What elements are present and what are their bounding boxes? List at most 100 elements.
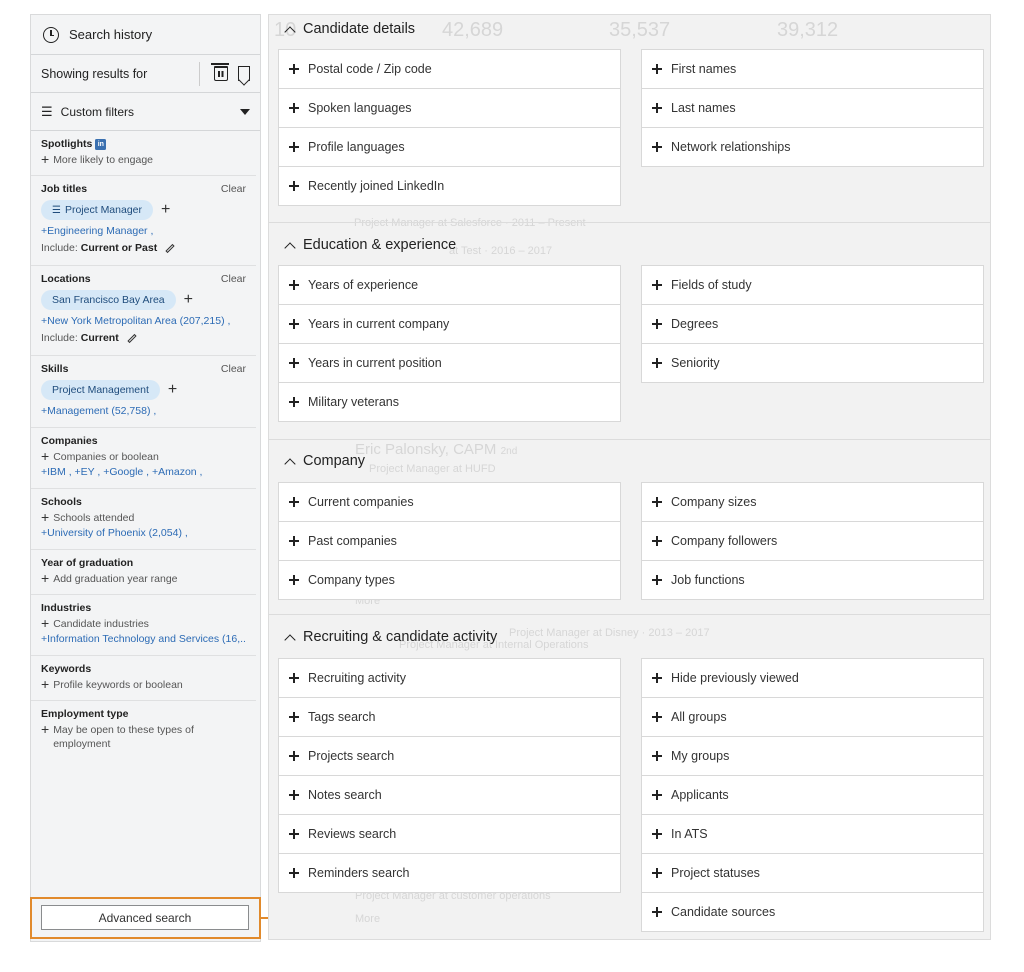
plus-icon bbox=[652, 575, 662, 585]
filter-label: Recruiting activity bbox=[308, 671, 406, 685]
filter-option[interactable]: Recently joined LinkedIn bbox=[278, 166, 621, 206]
group-header[interactable]: Recruiting & candidate activity bbox=[269, 623, 990, 651]
filter-option[interactable]: Network relationships bbox=[641, 127, 984, 167]
companies-add-label: Companies or boolean bbox=[53, 451, 159, 463]
employment-add[interactable]: + May be open to these types of employmen… bbox=[41, 721, 246, 751]
plus-icon: + bbox=[41, 615, 50, 631]
advanced-search-button[interactable]: Advanced search bbox=[41, 905, 249, 930]
skill-suggestion[interactable]: +Management (52,758) , bbox=[41, 403, 246, 419]
employment-add-label: May be open to these types of employment bbox=[53, 724, 194, 750]
companies-add[interactable]: + Companies or boolean bbox=[41, 449, 246, 464]
filter-option[interactable]: Degrees bbox=[641, 304, 984, 344]
filter-option[interactable]: Past companies bbox=[278, 521, 621, 561]
industries-suggestion[interactable]: +Information Technology and Services (16… bbox=[41, 631, 246, 647]
include-value: Current or Past bbox=[80, 242, 158, 254]
filter-option[interactable]: Military veterans bbox=[278, 382, 621, 422]
filter-option[interactable]: All groups bbox=[641, 697, 984, 737]
custom-filters-dropdown[interactable]: ☰ Custom filters bbox=[31, 93, 260, 131]
filter-label: Recently joined LinkedIn bbox=[308, 179, 445, 193]
chevron-up-icon bbox=[284, 633, 296, 646]
search-history-button[interactable]: Search history bbox=[31, 15, 260, 55]
include-label: Include: bbox=[41, 332, 78, 344]
graduation-add-label: Add graduation year range bbox=[53, 573, 178, 585]
filter-label: Seniority bbox=[671, 356, 720, 370]
filter-option[interactable]: Last names bbox=[641, 88, 984, 128]
spotlights-add[interactable]: + More likely to engage bbox=[41, 152, 246, 167]
group-header[interactable]: Company bbox=[269, 447, 990, 475]
schools-add[interactable]: + Schools attended bbox=[41, 510, 246, 525]
skills-clear[interactable]: Clear bbox=[221, 363, 246, 375]
clock-icon bbox=[43, 26, 59, 43]
plus-icon bbox=[652, 751, 662, 761]
filter-option[interactable]: In ATS bbox=[641, 814, 984, 854]
plus-icon bbox=[289, 829, 299, 839]
pencil-icon[interactable] bbox=[127, 333, 137, 343]
filter-option[interactable]: Project statuses bbox=[641, 853, 984, 893]
industries-add[interactable]: + Candidate industries bbox=[41, 615, 246, 631]
keywords-add[interactable]: + Profile keywords or boolean bbox=[41, 677, 246, 692]
filter-option[interactable]: Notes search bbox=[278, 775, 621, 815]
employment-title: Employment type bbox=[41, 708, 129, 720]
filter-option[interactable]: Tags search bbox=[278, 697, 621, 737]
filter-option[interactable]: Job functions bbox=[641, 560, 984, 600]
filter-option[interactable]: Applicants bbox=[641, 775, 984, 815]
filter-option[interactable]: Reviews search bbox=[278, 814, 621, 854]
filter-option[interactable]: Years in current company bbox=[278, 304, 621, 344]
showing-results-row: Showing results for bbox=[31, 55, 260, 93]
graduation-add[interactable]: + Add graduation year range bbox=[41, 571, 246, 586]
group-title: Company bbox=[303, 453, 366, 469]
add-skill-icon[interactable]: + bbox=[168, 382, 177, 398]
filter-option[interactable]: Postal code / Zip code bbox=[278, 49, 621, 89]
trash-icon[interactable] bbox=[211, 63, 229, 81]
locations-clear[interactable]: Clear bbox=[221, 273, 246, 285]
add-location-icon[interactable]: + bbox=[184, 292, 193, 308]
pencil-icon[interactable] bbox=[165, 243, 175, 253]
location-include: Include: Current bbox=[41, 329, 246, 347]
filter-label: Company followers bbox=[671, 534, 778, 548]
filter-option[interactable]: Candidate sources bbox=[641, 892, 984, 932]
skill-pill[interactable]: Project Management bbox=[41, 380, 160, 400]
plus-icon bbox=[652, 790, 662, 800]
filter-option[interactable]: Current companies bbox=[278, 482, 621, 522]
plus-icon bbox=[652, 280, 662, 290]
filter-option[interactable]: Company sizes bbox=[641, 482, 984, 522]
job-title-suggestion[interactable]: +Engineering Manager , bbox=[41, 223, 246, 239]
filter-option[interactable]: Years in current position bbox=[278, 343, 621, 383]
filter-option[interactable]: Profile languages bbox=[278, 127, 621, 167]
filter-option[interactable]: Spoken languages bbox=[278, 88, 621, 128]
filter-label: Candidate sources bbox=[671, 905, 776, 919]
filter-option[interactable]: Reminders search bbox=[278, 853, 621, 893]
location-suggestion[interactable]: +New York Metropolitan Area (207,215) , bbox=[41, 313, 246, 329]
filter-option[interactable]: Recruiting activity bbox=[278, 658, 621, 698]
locations-section: Locations Clear San Francisco Bay Area + … bbox=[31, 266, 256, 356]
filter-option[interactable]: My groups bbox=[641, 736, 984, 776]
companies-title: Companies bbox=[41, 435, 98, 447]
filter-option[interactable]: Company followers bbox=[641, 521, 984, 561]
location-pill[interactable]: San Francisco Bay Area bbox=[41, 290, 176, 310]
group-header[interactable]: Education & experience bbox=[269, 231, 990, 259]
schools-suggestion[interactable]: +University of Phoenix (2,054) , bbox=[41, 525, 246, 541]
filter-option[interactable]: First names bbox=[641, 49, 984, 89]
bookmark-icon[interactable] bbox=[238, 66, 250, 81]
job-title-pill[interactable]: ☰ Project Manager bbox=[41, 200, 154, 220]
filter-option[interactable]: Years of experience bbox=[278, 265, 621, 305]
locations-title: Locations bbox=[41, 273, 91, 285]
plus-icon bbox=[652, 358, 662, 368]
filter-option[interactable]: Company types bbox=[278, 560, 621, 600]
keywords-add-label: Profile keywords or boolean bbox=[53, 679, 183, 691]
group-header[interactable]: Candidate details bbox=[269, 15, 990, 43]
filter-option[interactable]: Fields of study bbox=[641, 265, 984, 305]
filter-option[interactable]: Hide previously viewed bbox=[641, 658, 984, 698]
group-title: Recruiting & candidate activity bbox=[303, 629, 498, 645]
job-titles-clear[interactable]: Clear bbox=[221, 183, 246, 195]
plus-icon: + bbox=[41, 721, 50, 737]
companies-suggestion[interactable]: +IBM , +EY , +Google , +Amazon , bbox=[41, 464, 246, 480]
add-job-title-icon[interactable]: + bbox=[161, 202, 170, 218]
graduation-title: Year of graduation bbox=[41, 557, 134, 569]
plus-icon bbox=[652, 907, 662, 917]
job-title-pill-label: Project Manager bbox=[64, 204, 143, 216]
group-recruiting-activity: Recruiting & candidate activity Recruiti… bbox=[269, 623, 990, 932]
filter-option[interactable]: Projects search bbox=[278, 736, 621, 776]
filter-label: Postal code / Zip code bbox=[308, 62, 432, 76]
filter-option[interactable]: Seniority bbox=[641, 343, 984, 383]
